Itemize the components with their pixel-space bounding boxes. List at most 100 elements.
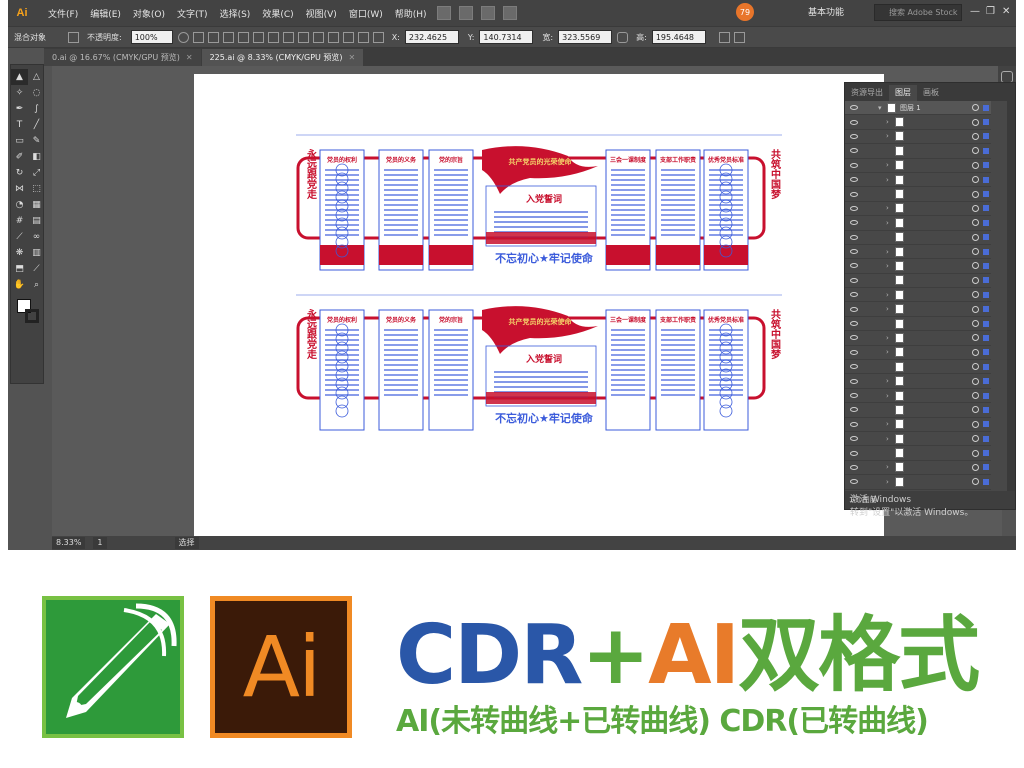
target-circle-icon[interactable] [972,147,979,155]
shaper-tool-icon[interactable]: ✐ [11,149,28,165]
menu-help[interactable]: 帮助(H) [389,7,433,20]
visibility-eye-icon[interactable] [850,421,858,427]
visibility-eye-icon[interactable] [850,393,858,398]
visibility-eye-icon[interactable] [850,364,858,370]
tab-document-0[interactable]: 0.ai @ 16.67% (CMYK/GPU 预览) ✕ [44,49,201,66]
visibility-eye-icon[interactable] [850,292,858,298]
menu-type[interactable]: 文字(T) [171,7,214,20]
visibility-eye-icon[interactable] [850,234,858,240]
selection-indicator[interactable] [983,306,989,313]
selection-tool-icon[interactable]: ▲ [11,69,28,85]
visibility-eye-icon[interactable] [850,133,858,139]
layer-row[interactable]: › [845,432,991,447]
expand-chevron-icon[interactable]: › [886,204,892,212]
target-circle-icon[interactable] [972,363,979,371]
selection-indicator[interactable] [983,406,989,413]
artboard-navigator[interactable]: 1 [93,537,107,549]
lasso-tool-icon[interactable]: ◌ [28,85,45,101]
arrange-documents-icon[interactable] [480,6,495,20]
distribute-bottom-icon[interactable] [312,31,324,43]
target-circle-icon[interactable] [972,276,979,284]
selection-indicator[interactable] [983,234,989,241]
selection-indicator[interactable] [983,421,989,428]
expand-chevron-icon[interactable]: › [886,392,892,400]
target-circle-icon[interactable] [972,463,979,471]
target-circle-icon[interactable] [972,305,979,313]
layer-row[interactable]: › [845,346,991,361]
direct-selection-tool-icon[interactable]: △ [28,69,45,85]
stock-icon[interactable] [458,6,473,20]
selection-indicator[interactable] [983,392,989,399]
align-right-icon[interactable] [222,31,234,43]
selection-indicator[interactable] [983,277,989,284]
align-bottom-icon[interactable] [267,31,279,43]
layer-row[interactable]: › [845,245,991,260]
target-circle-icon[interactable] [972,449,979,457]
visibility-eye-icon[interactable] [850,191,858,197]
stroke-swatch[interactable] [25,309,39,323]
selection-indicator[interactable] [983,119,989,126]
rotate-tool-icon[interactable]: ↻ [11,165,28,181]
slice-tool-icon[interactable]: ⟋ [28,261,45,277]
expand-chevron-icon[interactable]: › [886,420,892,428]
expand-chevron-icon[interactable]: › [886,118,892,126]
layer-row[interactable]: › [845,302,991,317]
selection-indicator[interactable] [983,478,989,485]
target-circle-icon[interactable] [972,348,979,356]
scale-tool-icon[interactable]: ⤢ [28,165,45,181]
layer-row[interactable] [845,274,991,289]
selection-indicator[interactable] [983,133,989,140]
selection-indicator[interactable] [983,191,989,198]
layer-row[interactable] [845,144,991,159]
tab-asset-export[interactable]: 资源导出 [845,85,889,101]
visibility-eye-icon[interactable] [850,162,858,168]
blend-tool-icon[interactable]: ∞ [28,229,45,245]
rectangle-tool-icon[interactable]: ▭ [11,133,28,149]
expand-chevron-icon[interactable]: › [886,262,892,270]
notification-badge[interactable]: 79 [736,3,754,21]
type-tool-icon[interactable]: T [11,117,28,133]
close-tab-icon[interactable]: ✕ [349,53,356,62]
target-circle-icon[interactable] [972,291,979,299]
target-circle-icon[interactable] [972,204,979,212]
line-tool-icon[interactable]: ╱ [28,117,45,133]
layer-row-top[interactable]: ▾ 图层 1 [845,101,991,116]
target-circle-icon[interactable] [972,233,979,241]
expand-chevron-icon[interactable]: › [886,132,892,140]
target-circle-icon[interactable] [972,176,979,184]
x-field[interactable]: 232.4625 [404,30,459,44]
layer-row[interactable] [845,231,991,245]
mesh-tool-icon[interactable]: # [11,213,28,229]
visibility-eye-icon[interactable] [850,249,858,255]
visibility-eye-icon[interactable] [850,277,858,283]
selection-indicator[interactable] [983,378,989,385]
tab-document-225[interactable]: 225.ai @ 8.33% (CMYK/GPU 预览) ✕ [201,49,364,66]
stock-search-input[interactable]: 搜索 Adobe Stock [874,4,962,21]
selection-indicator[interactable] [983,464,989,471]
target-circle-icon[interactable] [972,420,979,428]
layers-scrollbar[interactable] [1007,101,1015,493]
selection-indicator[interactable] [983,363,989,370]
expand-chevron-icon[interactable]: › [886,305,892,313]
layer-row[interactable]: › [845,159,991,173]
layer-row[interactable]: › [845,288,991,303]
constrain-proportions-icon[interactable] [617,31,629,43]
visibility-eye-icon[interactable] [850,263,858,269]
align-left-icon[interactable] [192,31,204,43]
layer-row[interactable]: › [845,130,991,145]
selection-indicator[interactable] [983,334,989,341]
workspace-switcher[interactable]: 基本功能 [808,5,844,18]
target-circle-icon[interactable] [972,334,979,342]
layer-row[interactable] [845,187,991,202]
layer-row[interactable] [845,403,991,418]
target-circle-icon[interactable] [972,377,979,385]
y-field[interactable]: 140.7314 [479,30,534,44]
visibility-eye-icon[interactable] [850,205,858,211]
tab-artboards[interactable]: 画板 [917,85,945,101]
visibility-eye-icon[interactable] [850,119,858,125]
close-tab-icon[interactable]: ✕ [186,53,193,62]
selection-indicator[interactable] [983,176,989,183]
layer-row[interactable]: › [845,115,991,130]
visibility-eye-icon[interactable] [850,378,858,384]
eyedropper-tool-icon[interactable]: ⟋ [11,229,28,245]
